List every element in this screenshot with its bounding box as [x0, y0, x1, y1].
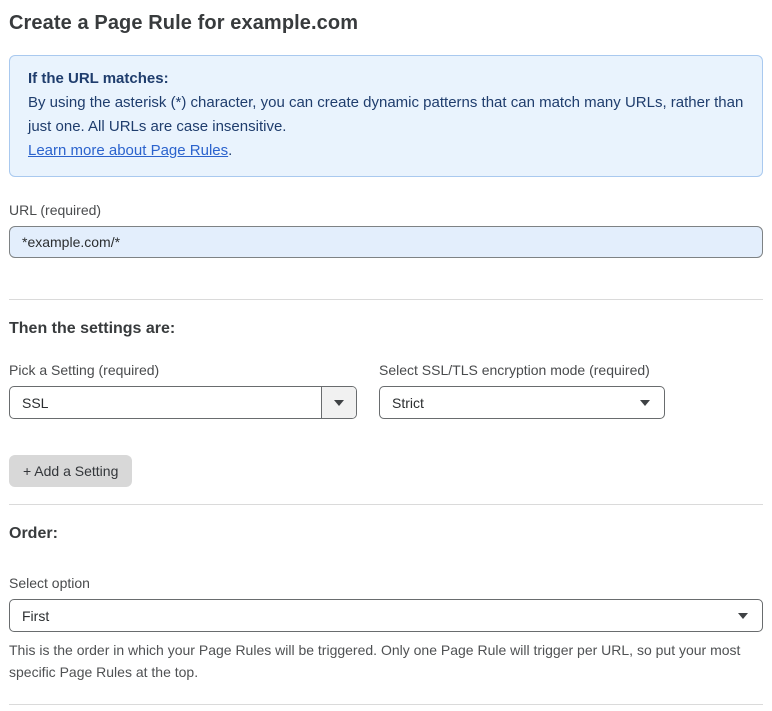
ssl-mode-group: Select SSL/TLS encryption mode (required…	[379, 362, 665, 419]
section-divider	[9, 299, 763, 300]
order-select-label: Select option	[9, 575, 90, 591]
url-input[interactable]	[9, 226, 763, 258]
section-divider	[9, 504, 763, 505]
setting-picker-label: Pick a Setting (required)	[9, 362, 160, 378]
link-period: .	[228, 142, 233, 159]
url-match-info-callout: If the URL matches: By using the asteris…	[9, 55, 763, 177]
order-select-value: First	[22, 607, 50, 624]
add-setting-button[interactable]: + Add a Setting	[9, 455, 133, 487]
page-title: Create a Page Rule for example.com	[9, 12, 359, 34]
setting-picker-value: SSL	[22, 394, 49, 411]
caret-down-icon	[640, 399, 650, 406]
page-rule-form: Create a Page Rule for example.com If th…	[0, 0, 772, 711]
caret-down-icon	[334, 399, 344, 406]
settings-section-heading: Then the settings are:	[9, 320, 176, 337]
setting-picker-group: Pick a Setting (required) SSL	[9, 362, 357, 419]
caret-down-icon	[738, 612, 748, 619]
setting-picker-select[interactable]: SSL	[9, 386, 357, 419]
info-callout-heading: If the URL matches:	[28, 70, 169, 87]
learn-more-link[interactable]: Learn more about Page Rules	[28, 142, 228, 159]
setting-picker-arrow-button[interactable]	[321, 387, 356, 418]
ssl-mode-select[interactable]: Strict	[379, 386, 665, 419]
order-section-heading: Order:	[9, 525, 58, 542]
ssl-mode-value: Strict	[392, 394, 424, 411]
url-field-label: URL (required)	[9, 202, 102, 218]
ssl-mode-label: Select SSL/TLS encryption mode (required…	[379, 362, 650, 378]
info-callout-link-line: Learn more about Page Rules.	[28, 139, 744, 163]
settings-row: Pick a Setting (required) SSL Select SSL…	[9, 362, 763, 419]
info-callout-body: By using the asterisk (*) character, you…	[28, 94, 744, 135]
order-select[interactable]: First	[9, 599, 763, 632]
section-divider	[9, 704, 763, 705]
order-help-text: This is the order in which your Page Rul…	[9, 642, 741, 680]
